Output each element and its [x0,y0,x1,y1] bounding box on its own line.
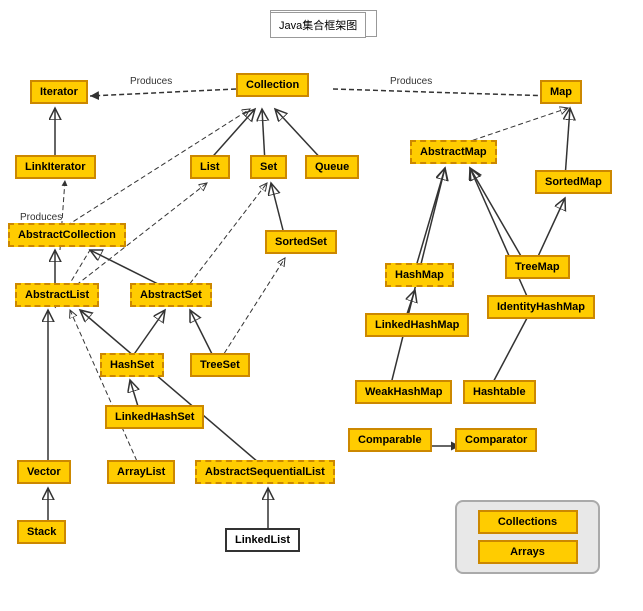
node-title: Java集合框架图 [270,12,366,38]
node-stack: Stack [17,520,66,544]
svg-text:Produces: Produces [20,212,62,223]
node-hashset: HashSet [100,353,164,377]
node-map: Map [540,80,582,104]
node-linkedhashmap: LinkedHashMap [365,313,469,337]
node-hashtable: Hashtable [463,380,536,404]
node-identityhashmap: IdentityHashMap [487,295,595,319]
node-iterator: Iterator [30,80,88,104]
node-linkiterator: LinkIterator [15,155,96,179]
node-treemap: TreeMap [505,255,570,279]
node-abstractset: AbstractSet [130,283,212,307]
node-hashmap: HashMap [385,263,454,287]
node-sortedmap: SortedMap [535,170,612,194]
node-weakhashmap: WeakHashMap [355,380,452,404]
node-comparable: Comparable [348,428,432,452]
node-collection: Collection [236,73,309,97]
legend-collections: Collections [478,510,578,534]
node-abstractcollection: AbstractCollection [8,223,126,247]
legend-box: Collections Arrays [455,500,600,574]
node-linkedhashset: LinkedHashSet [105,405,204,429]
node-treeset: TreeSet [190,353,250,377]
diagram-container: Java集合框架图 Produces Produces [0,0,643,611]
node-linkedlist: LinkedList [225,528,300,552]
node-queue: Queue [305,155,359,179]
node-set: Set [250,155,287,179]
node-abstractmap: AbstractMap [410,140,497,164]
legend-arrays: Arrays [478,540,578,564]
node-list: List [190,155,230,179]
node-comparator: Comparator [455,428,537,452]
node-arraylist: ArrayList [107,460,175,484]
svg-text:Produces: Produces [390,76,432,87]
svg-text:Produces: Produces [130,76,172,87]
node-abstractlist: AbstractList [15,283,99,307]
node-vector: Vector [17,460,71,484]
node-abstractsequentiallist: AbstractSequentialList [195,460,335,484]
node-sortedset: SortedSet [265,230,337,254]
